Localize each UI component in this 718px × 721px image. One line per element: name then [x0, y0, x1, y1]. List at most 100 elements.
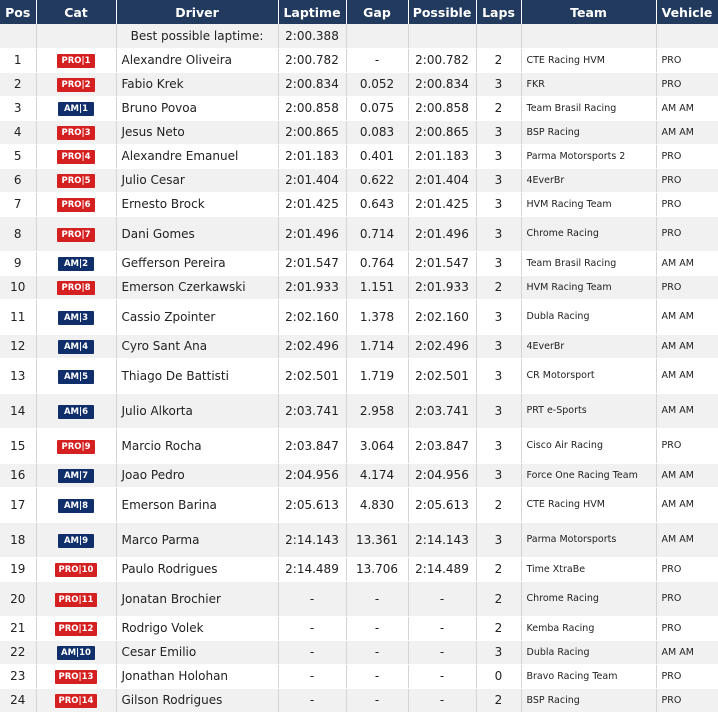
gap-cell: 0.643	[346, 192, 409, 217]
table-row[interactable]: 4 PRO|3 Jesus Neto 2:00.865 0.083 2:00.865 3 BS…	[0, 120, 718, 145]
vehicle-cell: PRO	[656, 688, 718, 713]
team-cell: CTE Racing HVM	[521, 487, 657, 523]
pos-cell: 9	[0, 251, 37, 276]
table-row[interactable]: 5 PRO|4 Alexandre Emanuel 2:01.183 0.401 2:01…	[0, 144, 718, 169]
laptime-cell: 2:05.613	[278, 487, 347, 523]
cat-cell: AM|2	[36, 251, 117, 276]
vehicle-cell: AM AM	[656, 299, 718, 335]
header-row: Pos Cat Driver Laptime Gap Possible Laps…	[0, 0, 718, 24]
table-row[interactable]: 6 PRO|5 Julio Cesar 2:01.404 0.622 2:01.404 3 4…	[0, 168, 718, 193]
cat-cell: PRO|11	[36, 581, 117, 617]
header-laptime[interactable]: Laptime	[278, 0, 347, 24]
table-row[interactable]: 11 AM|3 Cassio Zpointer 2:02.160 1.378 2:02.1…	[0, 299, 718, 335]
category-badge: AM|5	[58, 369, 94, 384]
table-row[interactable]: 10 PRO|8 Emerson Czerkawski 2:01.933 1.151 2:…	[0, 275, 718, 300]
table-row[interactable]: 24 PRO|14 Gilson Rodrigues - - -2 BSP Racing PR…	[0, 688, 718, 713]
table-row[interactable]: 12 AM|4 Cyro Sant Ana 2:02.496 1.714 2:02.496…	[0, 334, 718, 359]
driver-cell: Rodrigo Volek	[116, 616, 279, 641]
laps-cell: 3	[476, 522, 522, 558]
gap-cell: -	[346, 616, 409, 641]
category-badge: PRO|1	[57, 54, 95, 68]
laps-cell: 3	[476, 428, 522, 464]
gap-cell: 0.083	[346, 120, 409, 145]
cat-cell: PRO|1	[36, 48, 117, 73]
possible-cell: 2:01.933	[408, 275, 477, 300]
category-badge: PRO|12	[54, 622, 98, 636]
header-driver[interactable]: Driver	[116, 0, 279, 24]
cat-cell: AM|8	[36, 487, 117, 523]
pos-cell: 8	[0, 216, 37, 252]
laptime-cell: 2:02.160	[278, 299, 347, 335]
table-row[interactable]: 16 AM|7 Joao Pedro 2:04.956 4.174 2:04.956 3 Fo…	[0, 463, 718, 488]
driver-cell: Thiago De Battisti	[116, 358, 279, 394]
vehicle-cell: AM AM	[656, 120, 718, 145]
cat-cell: PRO|13	[36, 664, 117, 689]
driver-cell: Jesus Neto	[116, 120, 279, 145]
laps-cell: 3	[476, 251, 522, 276]
table-row[interactable]: 14 AM|6 Julio Alkorta 2:03.741 2.958 2:03.741…	[0, 393, 718, 429]
laps-cell: 2	[476, 275, 522, 300]
table-row[interactable]: 15 PRO|9 Marcio Rocha 2:03.847 3.064 2:03.847…	[0, 428, 718, 464]
results-table: Pos Cat Driver Laptime Gap Possible Laps…	[0, 0, 718, 713]
cat-cell: PRO|6	[36, 192, 117, 217]
table-row[interactable]: 8 PRO|7 Dani Gomes 2:01.496 0.714 2:01.496 3 Ch…	[0, 216, 718, 252]
vehicle-cell: PRO	[656, 557, 718, 582]
laptime-cell: 2:14.143	[278, 522, 347, 558]
team-cell: BSP Racing	[521, 688, 657, 713]
table-row[interactable]: 7 PRO|6 Ernesto Brock 2:01.425 0.643 2:01.425…	[0, 192, 718, 217]
gap-cell: -	[346, 688, 409, 713]
header-team[interactable]: Team	[521, 0, 657, 24]
vehicle-cell: AM AM	[656, 334, 718, 359]
team-cell: CR Motorsport	[521, 358, 657, 394]
driver-cell: Jonathan Holohan	[116, 664, 279, 689]
gap-cell: 0.764	[346, 251, 409, 276]
possible-cell: -	[408, 640, 477, 665]
header-gap[interactable]: Gap	[346, 0, 409, 24]
category-badge: PRO|9	[57, 439, 95, 454]
table-row[interactable]: 22 AM|10 Cesar Emilio - - -3 Dubla Racing AM AM	[0, 640, 718, 665]
header-cat[interactable]: Cat	[36, 0, 117, 24]
table-row[interactable]: 20 PRO|11 Jonatan Brochier - - -2 Chrome Racin…	[0, 581, 718, 617]
table-row[interactable]: 1 PRO|1 Alexandre Oliveira 2:00.782-2:00.78…	[0, 48, 718, 73]
table-row[interactable]: 9 AM|2 Gefferson Pereira 2:01.547 0.764 2:01.…	[0, 251, 718, 276]
table-row[interactable]: 21 PRO|12 Rodrigo Volek - - -2 Kemba Racing PRO	[0, 616, 718, 641]
gap-cell: 1.151	[346, 275, 409, 300]
header-laps[interactable]: Laps	[476, 0, 522, 24]
header-vehicle[interactable]: Vehicle	[656, 0, 718, 24]
gap-cell: -	[346, 48, 409, 73]
header-pos[interactable]: Pos	[0, 0, 37, 24]
cat-cell: PRO|8	[36, 275, 117, 300]
table-row[interactable]: 3 AM|1 Bruno Povoa 2:00.858 0.075 2:00.858 2 Te…	[0, 96, 718, 121]
table-row[interactable]: 13 AM|5 Thiago De Battisti 2:02.501 1.719 2:0…	[0, 358, 718, 394]
table-row[interactable]: 19 PRO|10 Paulo Rodrigues 2:14.489 13.706 2:1…	[0, 557, 718, 582]
category-badge: PRO|3	[57, 126, 95, 140]
gap-cell: 1.714	[346, 334, 409, 359]
pos-cell: 4	[0, 120, 37, 145]
cat-cell: AM|3	[36, 299, 117, 335]
cat-cell: AM|7	[36, 463, 117, 488]
table-row[interactable]: 18 AM|9 Marco Parma 2:14.143 13.361 2:14.143 3…	[0, 522, 718, 558]
possible-cell: 2:01.183	[408, 144, 477, 169]
cat-cell: AM|1	[36, 96, 117, 121]
possible-cell: 2:14.489	[408, 557, 477, 582]
table-row[interactable]: 2 PRO|2 Fabio Krek 2:00.834 0.052 2:00.834 3 FK…	[0, 72, 718, 97]
cat-cell: PRO|4	[36, 144, 117, 169]
pos-cell: 17	[0, 487, 37, 523]
laps-cell: 2	[476, 48, 522, 73]
team-cell: Team Brasil Racing	[521, 251, 657, 276]
table-row[interactable]: 23 PRO|13 Jonathan Holohan - - -0 Bravo Racing…	[0, 664, 718, 689]
possible-cell: 2:00.858	[408, 96, 477, 121]
driver-cell: Bruno Povoa	[116, 96, 279, 121]
table-row[interactable]: 17 AM|8 Emerson Barina 2:05.613 4.830 2:05.61…	[0, 487, 718, 523]
laptime-cell: 2:01.933	[278, 275, 347, 300]
possible-cell: 2:01.547	[408, 251, 477, 276]
category-badge: PRO|5	[57, 174, 95, 188]
header-possible[interactable]: Possible	[408, 0, 477, 24]
possible-cell: 2:03.847	[408, 428, 477, 464]
laps-cell: 3	[476, 168, 522, 193]
vehicle-cell: PRO	[656, 144, 718, 169]
category-badge: AM|7	[58, 469, 94, 483]
pos-cell: 12	[0, 334, 37, 359]
category-badge: PRO|8	[57, 281, 95, 295]
team-cell: Chrome Racing	[521, 216, 657, 252]
